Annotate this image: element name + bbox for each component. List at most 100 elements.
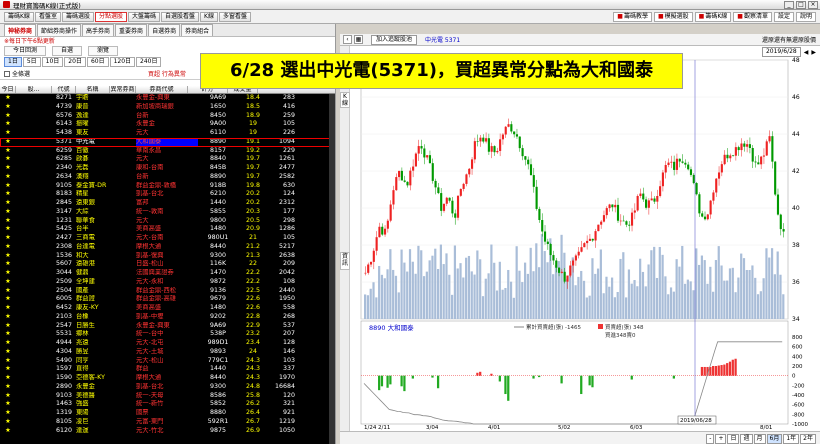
range-2y-button[interactable]: 2年 bbox=[800, 434, 816, 444]
period-button[interactable]: 10日 bbox=[41, 57, 64, 67]
table-row[interactable]: ★ 2634 漢翔 台新 8890 19.7 2582 bbox=[0, 173, 335, 182]
table-row[interactable]: ★ 2103 台橡 凱基-中壢 9202 22.8 268 bbox=[0, 313, 335, 322]
period-week-button[interactable]: 週 bbox=[740, 434, 753, 444]
table-row[interactable]: ★ 3044 健鼎 法國興業證券 1470 22.2 2042 bbox=[0, 269, 335, 278]
volume-bar bbox=[703, 260, 706, 319]
table-row[interactable]: ★ 5425 台半 美商高盛 1480 20.9 1286 bbox=[0, 225, 335, 234]
table-row[interactable]: ★ 2547 日勝生 永豐金-興東 9A69 22.9 537 bbox=[0, 322, 335, 331]
range-1y-button[interactable]: 1年 bbox=[783, 434, 800, 444]
table-row[interactable]: ★ 6259 百徽 華南永昌 8157 19.2 229 bbox=[0, 147, 335, 156]
col-header[interactable]: 券商代號 bbox=[136, 86, 188, 93]
custom-button[interactable]: 自選 bbox=[52, 46, 83, 56]
table-row[interactable]: ★ 1319 東陽 國票 8880 26.4 921 bbox=[0, 409, 335, 418]
range-6m-button[interactable]: 6月 bbox=[766, 434, 783, 444]
table-row[interactable]: ★ 8105 凌巨 元富-東門 592R1 26.7 1219 bbox=[0, 418, 335, 427]
table-row[interactable]: ★ 6005 群益證 群益金鼎-高雄 9679 22.6 1950 bbox=[0, 295, 335, 304]
period-button[interactable]: 60日 bbox=[86, 57, 109, 67]
table-row[interactable]: ★ 1463 強盛 統一-新竹 5852 26.2 321 bbox=[0, 400, 335, 409]
toolbar-button[interactable]: ■籌碼K線 bbox=[694, 12, 732, 22]
subtab[interactable]: 高手券商 bbox=[82, 24, 115, 36]
table-row[interactable]: ★ 9105 泰金寶-DR 群益金鼎-敦橋 918B 19.8 630 bbox=[0, 182, 335, 191]
select-all-checkbox[interactable] bbox=[4, 70, 10, 77]
grid-icon[interactable]: ▦ bbox=[354, 35, 363, 44]
table-row[interactable]: ★ 1231 聯華食 元大 9800 20.5 298 bbox=[0, 217, 335, 226]
close-icon[interactable]: × bbox=[808, 1, 818, 9]
subtab[interactable]: 神秘券商 bbox=[4, 24, 37, 36]
menu-item[interactable]: 看盤室 bbox=[34, 11, 61, 22]
y2-tick-label: -400 bbox=[792, 393, 805, 399]
subtab[interactable]: 節絀券商操作 bbox=[37, 24, 82, 36]
expand-icon[interactable]: ‹ bbox=[343, 35, 352, 44]
period-button[interactable]: 120日 bbox=[109, 57, 136, 67]
table-row[interactable]: ★ 2308 台達電 摩根大通 8440 21.2 5217 bbox=[0, 243, 335, 252]
col-header[interactable]: 異常券商 bbox=[110, 86, 136, 93]
col-header[interactable]: 名稱 bbox=[76, 86, 110, 93]
period-button[interactable]: 1日 bbox=[4, 57, 22, 67]
subtab[interactable]: 自選券商 bbox=[148, 24, 181, 36]
table-row[interactable]: ★ 8183 精星 凱基-台北 6210 20.2 124 bbox=[0, 190, 335, 199]
toolbar-button[interactable]: ■模擬選股 bbox=[653, 12, 693, 22]
menu-item[interactable]: K線 bbox=[200, 11, 218, 22]
menu-item-active[interactable]: 分點選股 bbox=[94, 11, 127, 22]
table-row[interactable]: ★ 2845 遠東銀 富邦 1440 20.2 2312 bbox=[0, 199, 335, 208]
cell-broker-id: 8440 bbox=[209, 374, 227, 381]
table-row[interactable]: ★ 2427 三商電 元大-台南 980U1 21 105 bbox=[0, 234, 335, 243]
table-row[interactable]: ★ 9103 美德醫 統一-天母 8586 25.8 120 bbox=[0, 392, 335, 401]
table-row[interactable]: ★ 5531 鄉林 統一-台中 538P 23.2 207 bbox=[0, 330, 335, 339]
col-header[interactable]: 代號 bbox=[52, 86, 76, 93]
table-row[interactable]: ★ 2509 全坤建 元大-永和 9872 22.2 108 bbox=[0, 278, 335, 287]
volume-bar bbox=[490, 244, 493, 319]
period-day-button[interactable]: 日 bbox=[727, 434, 740, 444]
table-row[interactable]: ★ 4304 勝昱 元大-土城 9893 24 146 bbox=[0, 348, 335, 357]
minimize-icon[interactable]: _ bbox=[784, 1, 794, 9]
table-row[interactable]: ★ 4739 康普 新加坡商瑞銀 1650 18.5 416 bbox=[0, 103, 335, 112]
settings-button[interactable]: 設定 bbox=[773, 12, 794, 22]
menu-item[interactable]: 籌碼K線 bbox=[4, 11, 34, 22]
table-row[interactable]: ★ 2340 光磊 康和-台南 845B 19.7 2477 bbox=[0, 164, 335, 173]
volume-bar bbox=[574, 285, 577, 319]
table-row[interactable]: ★ 5371 中光電 大和國泰 8890 19.1 1094 bbox=[0, 137, 335, 147]
table-row[interactable]: ★ 4944 兆遠 元大-北屯 989D1 23.4 128 bbox=[0, 339, 335, 348]
table-row[interactable]: ★ 3147 大綜 統一-敦南 5855 20.3 177 bbox=[0, 208, 335, 217]
volume-bar bbox=[613, 297, 616, 319]
table-row[interactable]: ★ 2504 國產 群益金鼎-西松 9136 22.5 2440 bbox=[0, 287, 335, 296]
table-row[interactable]: ★ 6120 達運 元大-竹北 9875 26.9 1050 bbox=[0, 427, 335, 436]
toolbar-button[interactable]: ■觀察清單 bbox=[733, 12, 772, 22]
table-row[interactable]: ★ 5607 遠雄港 日盛-松山 116K 22 209 bbox=[0, 260, 335, 269]
col-header[interactable]: 今日 bbox=[0, 86, 16, 93]
period-button[interactable]: 5日 bbox=[22, 57, 41, 67]
candle-body bbox=[434, 180, 437, 188]
table-row[interactable]: ★ 6285 啟碁 元大 8840 19.7 1261 bbox=[0, 155, 335, 164]
subtab[interactable]: 券商組合 bbox=[181, 24, 214, 36]
subtab[interactable]: 重要券商 bbox=[115, 24, 148, 36]
zoom-in-button[interactable]: + bbox=[715, 434, 727, 444]
menu-item[interactable]: 大盤籌碼 bbox=[127, 11, 160, 22]
table-scrollbar[interactable] bbox=[329, 94, 335, 444]
menu-item[interactable]: 自選股看盤 bbox=[161, 11, 200, 22]
table-row[interactable]: ★ 8271 宇瞻 永豐金-興東 9A69 18.4 283 bbox=[0, 94, 335, 103]
help-button[interactable]: 說明 bbox=[795, 12, 816, 22]
browse-button[interactable]: 瀏覽 bbox=[88, 46, 119, 56]
adjust-label[interactable]: 還原還有無還原股價 bbox=[762, 35, 816, 44]
table-row[interactable]: ★ 2890 永豐金 凱基-台北 9300 24.8 16684 bbox=[0, 383, 335, 392]
toolbar-button[interactable]: ■籌碼教學 bbox=[613, 12, 652, 22]
maximize-icon[interactable]: □ bbox=[796, 1, 806, 9]
menu-item[interactable]: 多窗看盤 bbox=[218, 11, 251, 22]
table-row[interactable]: ★ 5438 東友 元大 6110 19 226 bbox=[0, 129, 335, 138]
period-button[interactable]: 20日 bbox=[64, 57, 86, 67]
table-row[interactable]: ★ 6452 康友-KY 美商高盛 1480 22.6 558 bbox=[0, 304, 335, 313]
menu-item[interactable]: 籌碼選股 bbox=[61, 11, 94, 22]
table-row[interactable]: ★ 1536 和大 凱基-復興 9300 21.3 2638 bbox=[0, 252, 335, 261]
table-row[interactable]: ★ 1597 直得 群益 1440 24.3 337 bbox=[0, 365, 335, 374]
add-watch-button[interactable]: 加入追蹤股池 bbox=[371, 34, 418, 45]
col-header[interactable]: 股... bbox=[16, 86, 52, 93]
table-row[interactable]: ★ 5490 同亨 元大-松山 779C1 24.3 103 bbox=[0, 357, 335, 366]
period-button[interactable]: 240日 bbox=[136, 57, 162, 67]
backtest-button[interactable]: 今日回測 bbox=[4, 46, 47, 56]
period-month-button[interactable]: 月 bbox=[753, 434, 766, 444]
table-row[interactable]: ★ 6143 振曜 永豐金 9A00 19 105 bbox=[0, 120, 335, 129]
zoom-out-button[interactable]: - bbox=[706, 434, 715, 444]
volume-bar bbox=[428, 260, 431, 319]
table-row[interactable]: ★ 6576 逸達 台新 8450 18.9 259 bbox=[0, 112, 335, 121]
table-row[interactable]: ★ 1590 亞德客-KY 摩根大通 8440 24.3 1970 bbox=[0, 374, 335, 383]
